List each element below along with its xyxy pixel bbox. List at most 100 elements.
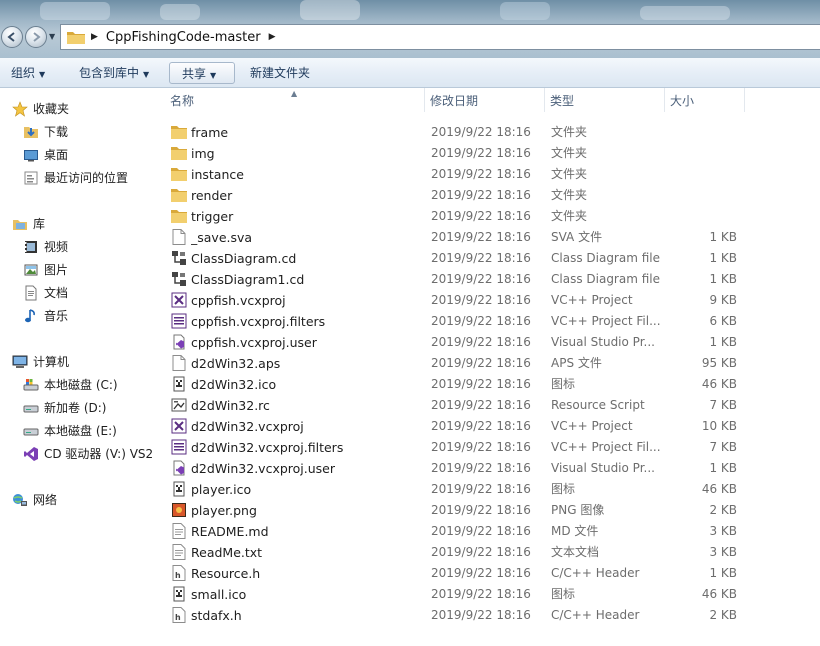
file-modified-date: 2019/9/22 18:16: [431, 608, 531, 622]
file-type: 文本文档: [551, 545, 600, 559]
nav-item-documents[interactable]: 文档: [23, 283, 68, 303]
file-row[interactable]: trigger 2019/9/22 18:16 文件夹: [153, 206, 820, 227]
nav-item-desktop[interactable]: 桌面: [23, 145, 68, 165]
file-row[interactable]: cppfish.vcxproj.user 2019/9/22 18:16 Visua…: [153, 332, 820, 353]
file-row[interactable]: d2dWin32.vcxproj.user 2019/9/22 18:16 Visu…: [153, 458, 820, 479]
file-row[interactable]: d2dWin32.vcxproj.filters 2019/9/22 18:16 V…: [153, 437, 820, 458]
file-row[interactable]: h Resource.h 2019/9/22 18:16 C/C++ Header 1 …: [153, 563, 820, 584]
nav-item-videos[interactable]: 视频: [23, 237, 68, 257]
chevron-down-icon: ▼: [39, 70, 46, 79]
nav-item-label: 音乐: [44, 309, 69, 323]
file-name: d2dWin32.rc: [191, 398, 270, 413]
file-row[interactable]: small.ico 2019/9/22 18:16 图标 46 KB: [153, 584, 820, 605]
text-file-icon: [171, 544, 187, 560]
file-row[interactable]: _save.sva 2019/9/22 18:16 SVA 文件 1 KB: [153, 227, 820, 248]
file-row[interactable]: h stdafx.h 2019/9/22 18:16 C/C++ Header 2 KB: [153, 605, 820, 626]
nav-network[interactable]: 网络: [12, 490, 57, 510]
file-row[interactable]: d2dWin32.ico 2019/9/22 18:16 图标 46 KB: [153, 374, 820, 395]
system-drive-icon: [23, 377, 39, 393]
ico-file-icon: [171, 586, 187, 602]
include-in-library-label: 包含到库中: [79, 66, 140, 80]
file-name: img: [191, 146, 215, 161]
nav-item-drive-c[interactable]: 本地磁盘 (C:): [23, 375, 118, 395]
column-header-modified[interactable]: 修改日期: [425, 88, 545, 112]
file-row[interactable]: cppfish.vcxproj 2019/9/22 18:16 VC++ Proje…: [153, 290, 820, 311]
forward-button[interactable]: [25, 26, 47, 48]
file-row[interactable]: render 2019/9/22 18:16 文件夹: [153, 185, 820, 206]
include-in-library-button[interactable]: 包含到库中 ▼: [73, 62, 155, 84]
breadcrumb-chevron-icon[interactable]: ▶: [91, 32, 98, 42]
file-row[interactable]: player.ico 2019/9/22 18:16 图标 46 KB: [153, 479, 820, 500]
nav-item-label: 下载: [44, 125, 69, 139]
file-row[interactable]: player.png 2019/9/22 18:16 PNG 图像 2 KB: [153, 500, 820, 521]
nav-favorites[interactable]: 收藏夹: [12, 99, 69, 119]
downloads-folder-icon: [23, 124, 39, 140]
file-row[interactable]: d2dWin32.vcxproj 2019/9/22 18:16 VC++ Proj…: [153, 416, 820, 437]
file-row[interactable]: img 2019/9/22 18:16 文件夹: [153, 143, 820, 164]
column-header-size[interactable]: 大小: [665, 88, 745, 112]
file-modified-date: 2019/9/22 18:16: [431, 209, 531, 223]
file-row[interactable]: ClassDiagram.cd 2019/9/22 18:16 Class Diag…: [153, 248, 820, 269]
ico-file-icon: [171, 481, 187, 497]
breadcrumb-chevron-icon[interactable]: ▶: [269, 32, 276, 42]
file-type: 文件夹: [551, 188, 588, 202]
file-name: trigger: [191, 209, 234, 224]
file-type: VC++ Project Fil...: [551, 440, 661, 454]
organize-menu-button[interactable]: 组织 ▼: [5, 62, 51, 84]
file-row[interactable]: d2dWin32.aps 2019/9/22 18:16 APS 文件 95 KB: [153, 353, 820, 374]
back-button[interactable]: [1, 26, 23, 48]
file-modified-date: 2019/9/22 18:16: [431, 230, 531, 244]
file-modified-date: 2019/9/22 18:16: [431, 503, 531, 517]
nav-item-drive-d[interactable]: 新加卷 (D:): [23, 398, 106, 418]
video-library-icon: [23, 239, 39, 255]
new-folder-button[interactable]: 新建文件夹: [244, 62, 316, 84]
recent-pages-dropdown[interactable]: ▼: [49, 32, 55, 41]
nav-computer-label: 计算机: [33, 355, 70, 369]
file-size: 1 KB: [709, 230, 737, 244]
file-size: 7 KB: [709, 398, 737, 412]
file-size: 95 KB: [701, 356, 737, 370]
file-name: README.md: [191, 524, 269, 539]
nav-item-downloads[interactable]: 下载: [23, 122, 68, 142]
file-row[interactable]: instance 2019/9/22 18:16 文件夹: [153, 164, 820, 185]
file-size: 46 KB: [701, 482, 737, 496]
file-name: player.ico: [191, 482, 252, 497]
file-type: PNG 图像: [551, 503, 605, 517]
file-row[interactable]: d2dWin32.rc 2019/9/22 18:16 Resource Scrip…: [153, 395, 820, 416]
nav-item-drive-e[interactable]: 本地磁盘 (E:): [23, 421, 117, 441]
file-size: [665, 185, 737, 206]
file-type: MD 文件: [551, 524, 599, 538]
nav-item-recent-places[interactable]: 最近访问的位置: [23, 168, 128, 188]
address-bar[interactable]: ▶ CppFishingCode-master ▶: [60, 24, 820, 50]
breadcrumb-segment[interactable]: CppFishingCode-master: [106, 30, 261, 45]
vcxproj-icon: [171, 418, 187, 434]
file-size: 46 KB: [701, 587, 737, 601]
nav-item-label: 本地磁盘 (C:): [44, 378, 118, 392]
file-row[interactable]: ReadMe.txt 2019/9/22 18:16 文本文档 3 KB: [153, 542, 820, 563]
title-bar: ▼ ▶ CppFishingCode-master ▶: [0, 0, 820, 58]
column-header-type[interactable]: 类型: [545, 88, 665, 112]
file-row[interactable]: ClassDiagram1.cd 2019/9/22 18:16 Class Dia…: [153, 269, 820, 290]
nav-libraries[interactable]: 库: [12, 214, 45, 234]
share-button[interactable]: 共享 ▼: [169, 62, 235, 84]
file-row[interactable]: cppfish.vcxproj.filters 2019/9/22 18:16 VC…: [153, 311, 820, 332]
hard-drive-icon: [23, 423, 39, 439]
file-name: instance: [191, 167, 244, 182]
file-type: 图标: [551, 377, 576, 391]
file-name: Resource.h: [191, 566, 261, 581]
file-type: SVA 文件: [551, 230, 603, 244]
hard-drive-icon: [23, 400, 39, 416]
file-size: 1 KB: [709, 335, 737, 349]
column-header-label: 修改日期: [430, 94, 479, 108]
file-size: 10 KB: [701, 419, 737, 433]
folder-icon: [171, 208, 187, 224]
file-row[interactable]: frame 2019/9/22 18:16 文件夹: [153, 122, 820, 143]
file-size: 2 KB: [709, 503, 737, 517]
file-row[interactable]: README.md 2019/9/22 18:16 MD 文件 3 KB: [153, 521, 820, 542]
music-note-icon: [23, 308, 39, 324]
nav-computer[interactable]: 计算机: [12, 352, 69, 372]
nav-item-pictures[interactable]: 图片: [23, 260, 68, 280]
nav-item-label: 视频: [44, 240, 69, 254]
nav-item-music[interactable]: 音乐: [23, 306, 68, 326]
nav-item-cd-drive[interactable]: CD 驱动器 (V:) VS2: [23, 444, 153, 464]
